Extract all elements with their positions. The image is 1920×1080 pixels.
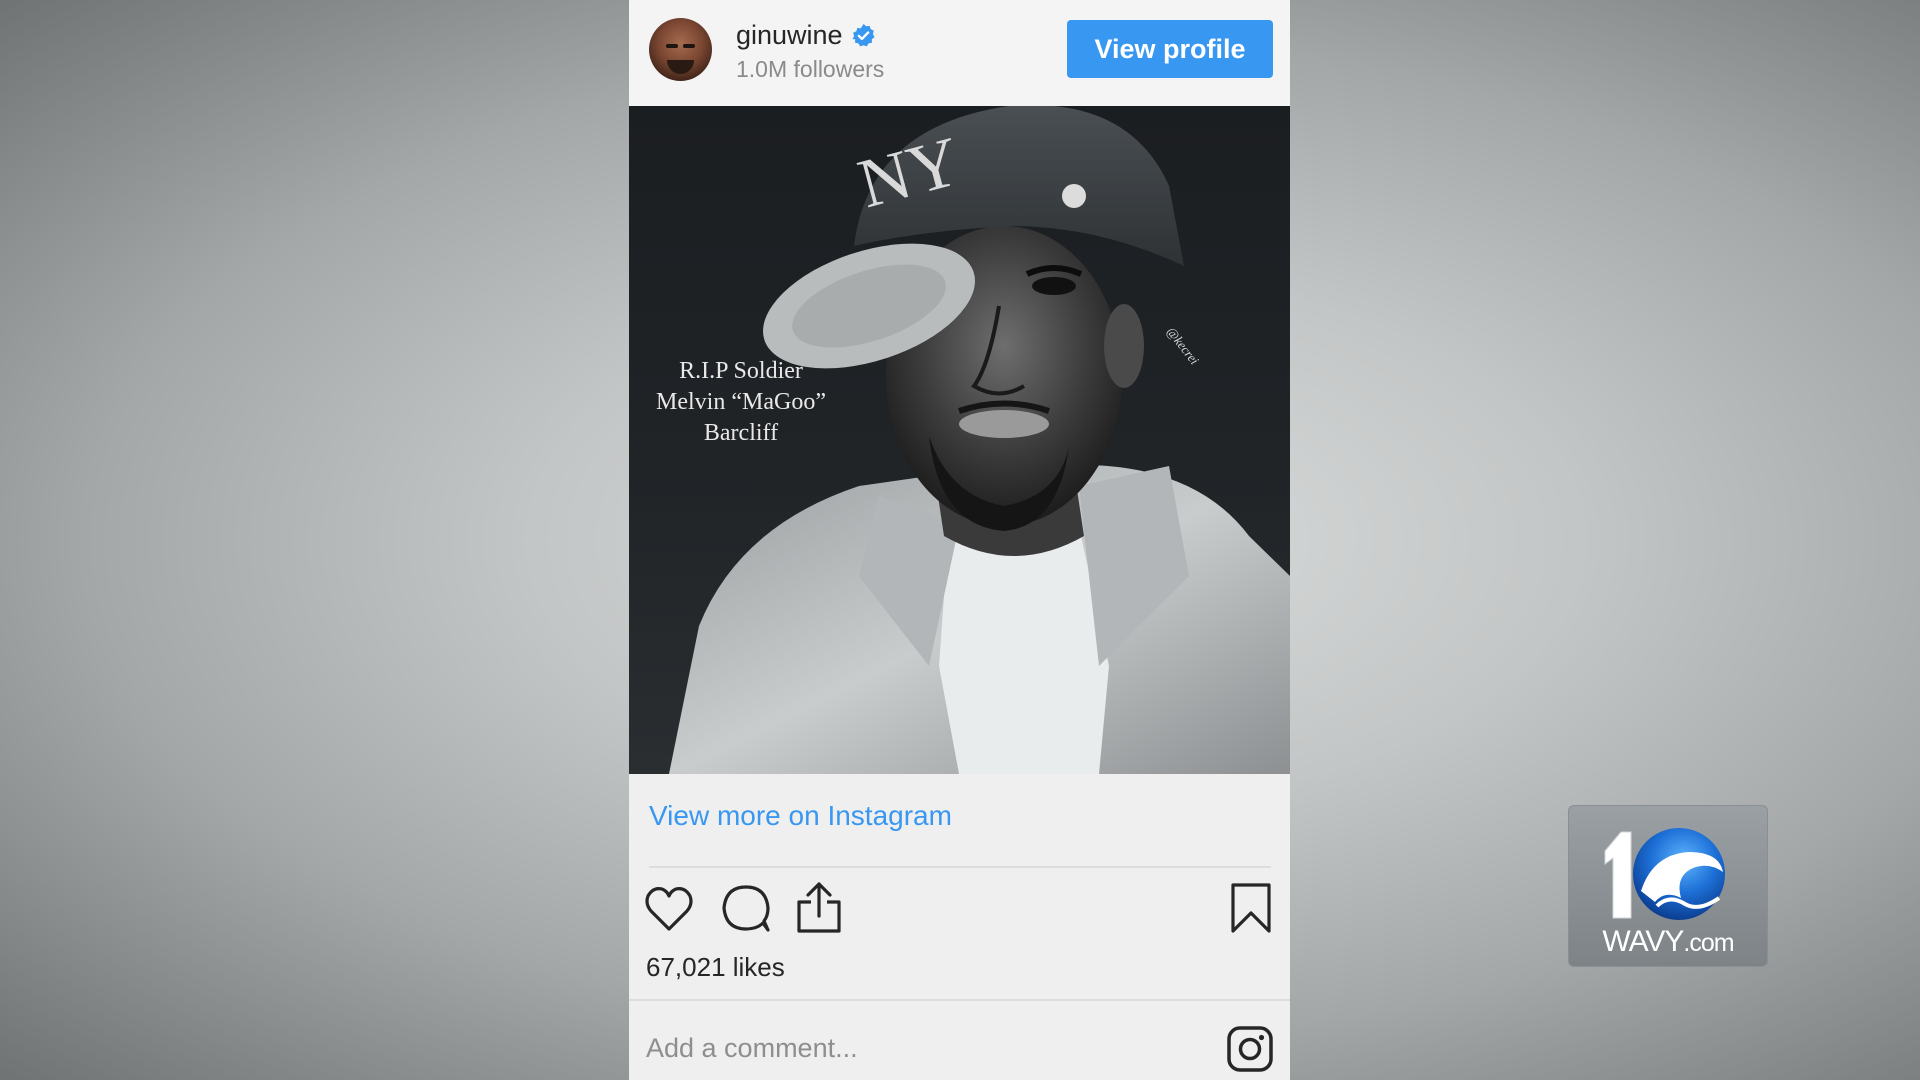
instagram-logo-icon[interactable]	[1226, 1025, 1274, 1073]
add-comment-input[interactable]	[646, 1025, 1166, 1071]
view-profile-button[interactable]: View profile	[1067, 20, 1273, 78]
caption-line-2: Melvin “MaGoo”	[656, 389, 826, 415]
post-header: ginuwine 1.0M followers View profile	[629, 0, 1290, 106]
username[interactable]: ginuwine	[736, 20, 843, 51]
station-logo: WAVY.com	[1568, 805, 1768, 967]
view-more-link[interactable]: View more on Instagram	[649, 800, 952, 832]
station-brand: WAVY	[1602, 925, 1684, 958]
avatar-beard	[667, 60, 694, 74]
heart-icon[interactable]	[643, 884, 695, 934]
divider	[629, 999, 1290, 1001]
like-count: 67,021 likes	[646, 952, 785, 982]
divider	[649, 866, 1271, 868]
username-row: ginuwine	[736, 18, 876, 52]
profile-avatar[interactable]	[649, 18, 712, 81]
share-icon[interactable]	[795, 880, 843, 934]
image-caption: R.I.P Soldier Melvin “MaGoo” Barcliff	[641, 356, 841, 449]
instagram-embed-card: ginuwine 1.0M followers View profile NY …	[629, 0, 1290, 1080]
caption-line-1: R.I.P Soldier	[679, 358, 803, 384]
avatar-eye-right	[683, 44, 695, 48]
verified-badge-icon	[852, 23, 875, 46]
bookmark-icon[interactable]	[1229, 882, 1273, 934]
post-image[interactable]: NY R.I.P Soldier Melvin “MaGoo” Barcliff…	[629, 106, 1290, 774]
avatar-eye-left	[666, 44, 678, 48]
caption-line-3: Barcliff	[703, 420, 779, 446]
follower-count: 1.0M followers	[736, 56, 885, 82]
wave-logo-icon	[1604, 828, 1725, 920]
station-brand-text: WAVY.com	[1569, 925, 1767, 959]
comment-bubble-icon[interactable]	[719, 882, 773, 934]
station-domain-suffix: .com	[1683, 929, 1734, 957]
